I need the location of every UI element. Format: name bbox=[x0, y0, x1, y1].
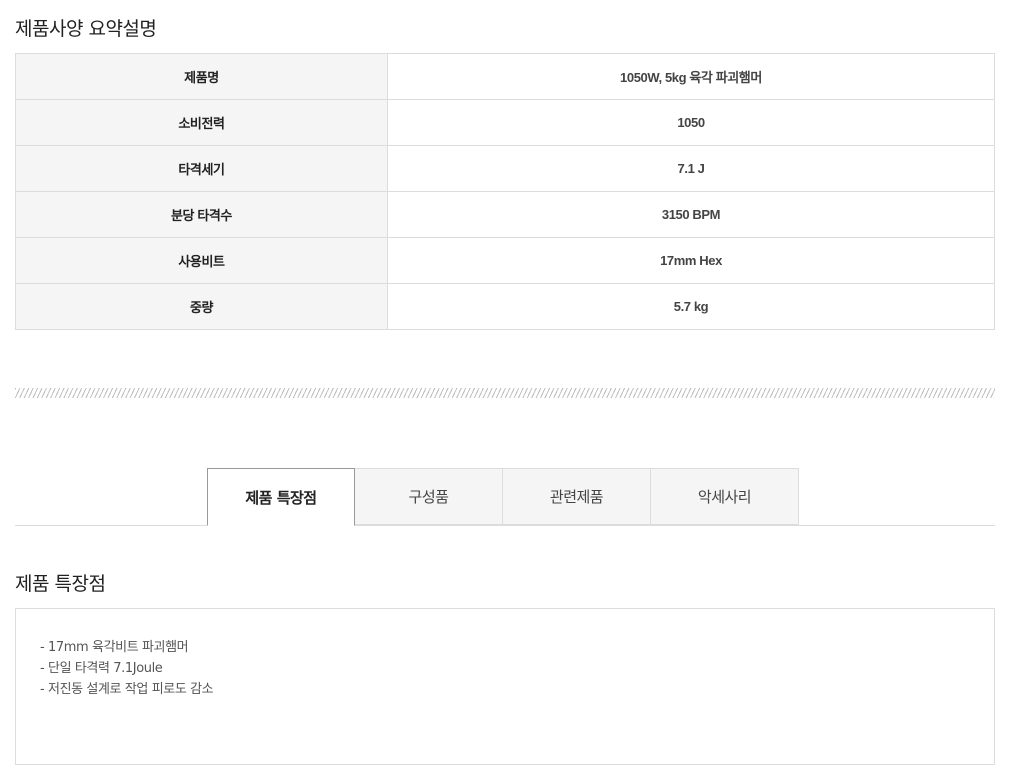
spec-value: 17mm Hex bbox=[387, 237, 995, 284]
product-tabs: 제품 특장점 구성품 관련제품 악세사리 bbox=[207, 468, 799, 526]
table-row: 분당 타격수 3150 BPM bbox=[15, 191, 995, 238]
spec-label: 중량 bbox=[15, 283, 388, 330]
spec-value: 3150 BPM bbox=[387, 191, 995, 238]
list-item: - 저진동 설계로 작업 피로도 감소 bbox=[40, 682, 214, 697]
hatched-divider bbox=[15, 388, 995, 398]
features-list: - 17mm 육각비트 파괴햄머 - 단일 타격력 7.1Joule - 저진동… bbox=[40, 637, 970, 700]
table-row: 사용비트 17mm Hex bbox=[15, 237, 995, 284]
spec-label: 분당 타격수 bbox=[15, 191, 388, 238]
spec-label: 소비전력 bbox=[15, 99, 388, 146]
features-box: - 17mm 육각비트 파괴햄머 - 단일 타격력 7.1Joule - 저진동… bbox=[15, 608, 995, 765]
spec-label: 사용비트 bbox=[15, 237, 388, 284]
spec-label: 제품명 bbox=[15, 53, 388, 100]
tab-accessories[interactable]: 악세사리 bbox=[651, 468, 799, 525]
spec-label: 타격세기 bbox=[15, 145, 388, 192]
table-row: 타격세기 7.1 J bbox=[15, 145, 995, 192]
spec-summary-title: 제품사양 요약설명 bbox=[15, 18, 157, 40]
spec-value: 7.1 J bbox=[387, 145, 995, 192]
spec-value: 5.7 kg bbox=[387, 283, 995, 330]
spec-value: 1050 bbox=[387, 99, 995, 146]
list-item: - 17mm 육각비트 파괴햄머 bbox=[40, 640, 189, 655]
spec-table: 제품명 1050W, 5kg 육각 파괴햄머 소비전력 1050 타격세기 7.… bbox=[15, 53, 995, 330]
table-row: 제품명 1050W, 5kg 육각 파괴햄머 bbox=[15, 53, 995, 100]
table-row: 중량 5.7 kg bbox=[15, 283, 995, 330]
list-item: - 단일 타격력 7.1Joule bbox=[40, 661, 163, 676]
table-row: 소비전력 1050 bbox=[15, 99, 995, 146]
spec-value: 1050W, 5kg 육각 파괴햄머 bbox=[387, 53, 995, 100]
tab-features[interactable]: 제품 특장점 bbox=[207, 468, 355, 526]
tab-components[interactable]: 구성품 bbox=[355, 468, 503, 525]
tab-related-products[interactable]: 관련제품 bbox=[503, 468, 651, 525]
features-title: 제품 특장점 bbox=[15, 573, 106, 595]
